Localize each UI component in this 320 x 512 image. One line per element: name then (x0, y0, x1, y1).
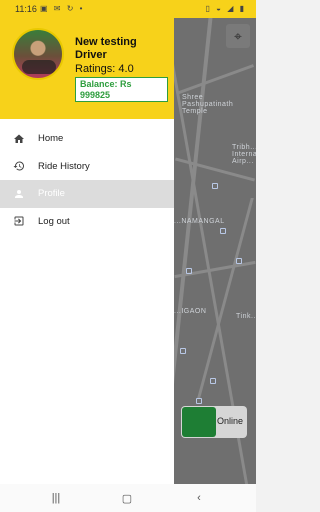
balance-text: Balance: Rs 999825 (80, 79, 132, 100)
drawer-header: New testing Driver Ratings: 4.0 Balance:… (0, 18, 174, 119)
map-poi-icon (186, 268, 192, 274)
map-poi-icon (220, 228, 226, 234)
avatar-motorbike (22, 60, 56, 74)
person-icon (0, 188, 38, 200)
map-poi-icon (196, 398, 202, 404)
balance-badge: Balance: Rs 999825 (75, 77, 168, 102)
crosshair-icon: ⌖ (234, 27, 242, 44)
notification-icons: ▣ ✉ ↻ • (40, 4, 84, 13)
sync-icon: ↻ (66, 4, 76, 13)
menu-item-label: Ride History (38, 160, 90, 172)
navigation-drawer: New testing Driver Ratings: 4.0 Balance:… (0, 18, 174, 484)
menu-item-home[interactable]: Home (0, 125, 174, 153)
vibrate-icon: ▯ (205, 4, 212, 13)
battery-icon: ▮ (239, 4, 246, 13)
home-icon (0, 133, 38, 145)
system-icons: ▯ ◒ ◢ ▮ (205, 4, 246, 13)
map-poi-icon (180, 348, 186, 354)
wifi-icon: ◒ (216, 4, 223, 13)
status-time: 11:16 (15, 4, 37, 14)
recent-apps-icon[interactable]: ||| (49, 491, 63, 505)
signal-icon: ◢ (227, 4, 236, 13)
map-poi-icon (210, 378, 216, 384)
map-label-temple: Shree Pashupatinath Temple (182, 94, 234, 115)
driver-ratings: Ratings: 4.0 (75, 63, 134, 75)
map-label-airport: Tribh... Interna... Airp... (232, 144, 256, 165)
logout-icon (0, 215, 38, 227)
online-toggle[interactable]: Online (181, 406, 247, 438)
drawer-menu: Home Ride History Profile Log out (0, 125, 174, 235)
online-toggle-label: Online (217, 416, 244, 426)
history-icon (0, 160, 38, 172)
status-bar: 11:16 ▣ ✉ ↻ • ▯ ◒ ◢ ▮ (0, 0, 256, 18)
menu-item-label: Log out (38, 215, 70, 227)
mail-icon: ✉ (53, 4, 63, 13)
map-label-tink: Tink... (236, 313, 256, 320)
map-poi-icon (236, 258, 242, 264)
my-location-button[interactable]: ⌖ (226, 24, 250, 48)
back-icon[interactable]: ‹ (192, 491, 206, 505)
menu-item-label: Profile (38, 188, 65, 200)
map-label-namangal: ...NAMANGAL (174, 218, 225, 225)
image-icon: ▣ (40, 4, 50, 13)
menu-item-label: Home (38, 133, 64, 145)
dot-icon: • (79, 4, 85, 13)
avatar[interactable] (12, 28, 64, 80)
toggle-knob (182, 407, 216, 437)
home-circle-icon[interactable]: ▢ (120, 491, 134, 505)
map-poi-icon (212, 183, 218, 189)
driver-name: New testing Driver (75, 36, 137, 61)
menu-item-profile[interactable]: Profile (0, 180, 174, 208)
menu-item-logout[interactable]: Log out (0, 208, 174, 236)
menu-item-ride-history[interactable]: Ride History (0, 153, 174, 181)
system-nav-bar: ||| ▢ ‹ (0, 484, 256, 512)
